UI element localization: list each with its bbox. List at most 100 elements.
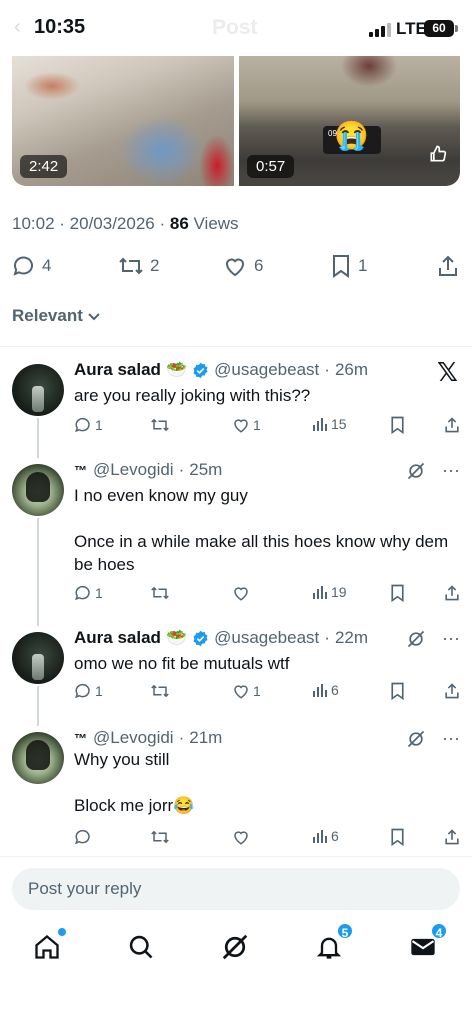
reply-blank-line	[74, 771, 454, 794]
video-thumbnail-2[interactable]: 09 53 😭 0:57	[239, 56, 460, 186]
post-actions: 4 2 6 1	[0, 254, 472, 280]
comment-icon	[13, 256, 33, 276]
repost-icon	[151, 684, 169, 698]
grok-icon[interactable]	[406, 629, 426, 649]
nav-notifications[interactable]: 5	[312, 922, 354, 964]
display-name[interactable]: Aura salad	[74, 628, 161, 648]
bookmark-icon	[391, 584, 404, 602]
views-button[interactable]: 19	[312, 584, 347, 600]
heart-icon	[234, 419, 248, 433]
status-time: 10:35	[34, 16, 86, 38]
views-count: 6	[331, 828, 339, 844]
share-icon	[445, 683, 459, 699]
bookmark-icon	[333, 255, 349, 278]
video-duration: 2:42	[20, 155, 68, 178]
reply-text: Why you still Block me jorr😂	[74, 748, 454, 817]
views-button[interactable]: 6	[312, 682, 339, 698]
avatar[interactable]	[12, 364, 64, 416]
reply-button[interactable]	[74, 828, 92, 846]
grok-icon[interactable]	[406, 461, 426, 481]
dot-separator: ·	[324, 628, 330, 647]
video-duration: 0:57	[247, 155, 295, 178]
like-button[interactable]: 1	[232, 682, 261, 700]
analytics-icon	[313, 684, 327, 697]
more-icon[interactable]: ···	[442, 460, 460, 481]
views-count: 6	[331, 682, 339, 698]
back-arrow-icon[interactable]: ‹	[14, 16, 21, 39]
bookmark-button[interactable]	[390, 416, 405, 434]
reply-composer[interactable]	[12, 868, 460, 910]
reply-header: ™ @Levogidi · 25m	[74, 460, 222, 480]
views-count[interactable]: 86	[170, 214, 189, 233]
messages-badge: 4	[430, 922, 448, 940]
avatar[interactable]	[12, 732, 64, 784]
battery-nub	[455, 25, 458, 32]
repost-icon	[151, 586, 169, 600]
like-button[interactable]: 6	[222, 254, 263, 278]
bookmark-button[interactable]	[390, 682, 405, 700]
heart-icon	[225, 258, 245, 277]
avatar[interactable]	[12, 464, 64, 516]
repost-button[interactable]	[150, 828, 170, 846]
display-name[interactable]: Aura salad	[74, 360, 161, 380]
dot-separator: ·	[178, 728, 185, 747]
reply-line: Once in a while make all this hoes know …	[74, 532, 449, 574]
repost-icon	[119, 257, 143, 275]
reply-button[interactable]: 1	[74, 682, 103, 700]
share-icon	[439, 255, 457, 276]
timestamp: 21m	[189, 728, 223, 747]
bookmark-button[interactable]: 1	[330, 254, 367, 278]
repost-button[interactable]	[150, 682, 170, 700]
avatar[interactable]	[12, 632, 64, 684]
repost-icon	[151, 830, 169, 844]
share-button[interactable]	[444, 584, 460, 602]
grok-icon[interactable]	[406, 729, 426, 749]
timestamp: 26m	[334, 360, 369, 379]
nav-grok[interactable]	[218, 930, 252, 964]
bookmark-button[interactable]	[390, 584, 405, 602]
video-thumbnail-1[interactable]: 2:42	[12, 56, 234, 186]
share-icon	[445, 585, 459, 601]
bookmark-button[interactable]	[390, 828, 405, 846]
share-button[interactable]	[444, 682, 460, 700]
nav-home[interactable]	[30, 928, 66, 964]
views-button[interactable]: 15	[312, 416, 347, 432]
share-button[interactable]	[437, 254, 459, 278]
like-button[interactable]	[232, 584, 250, 602]
reply-count: 1	[95, 585, 103, 601]
reply-text: omo we no fit be mutuals wtf	[74, 654, 290, 673]
share-button[interactable]	[444, 416, 460, 434]
like-button[interactable]	[232, 828, 250, 846]
thread-line	[37, 686, 39, 726]
reply-count: 4	[42, 256, 52, 275]
display-name[interactable]: ™	[74, 731, 88, 746]
handle: @Levogidi	[93, 728, 174, 747]
reply-button[interactable]: 4	[12, 254, 51, 278]
sort-dropdown[interactable]: Relevant	[12, 306, 101, 326]
reply-header-icons: ···	[406, 460, 460, 481]
repost-button[interactable]	[150, 584, 170, 602]
signal-icon	[369, 23, 391, 37]
more-icon[interactable]: ···	[442, 728, 460, 749]
like-button[interactable]: 1	[232, 416, 261, 434]
repost-button[interactable]: 2	[118, 254, 159, 278]
repost-button[interactable]	[150, 416, 170, 434]
nav-messages[interactable]: 4	[406, 922, 448, 964]
reply-count: 1	[95, 417, 103, 433]
handle: @Levogidi	[93, 460, 174, 479]
display-name[interactable]: ™	[74, 463, 88, 478]
reply-header: Aura salad 🥗 @usagebeast · 22m	[74, 628, 368, 648]
nav-search[interactable]	[124, 930, 158, 964]
reply-button[interactable]: 1	[74, 584, 103, 602]
more-icon[interactable]: ···	[442, 628, 460, 649]
share-button[interactable]	[444, 828, 460, 846]
reply-blank-line	[74, 507, 454, 530]
reply-button[interactable]: 1	[74, 416, 103, 434]
comment-icon	[75, 829, 90, 845]
grok-icon	[222, 934, 248, 960]
bookmark-icon	[391, 682, 404, 700]
views-button[interactable]: 6	[312, 828, 339, 844]
reply-header: Aura salad 🥗 @usagebeast · 26m	[74, 360, 368, 380]
reply-input[interactable]	[12, 868, 460, 910]
dot-separator: ·	[324, 360, 330, 379]
